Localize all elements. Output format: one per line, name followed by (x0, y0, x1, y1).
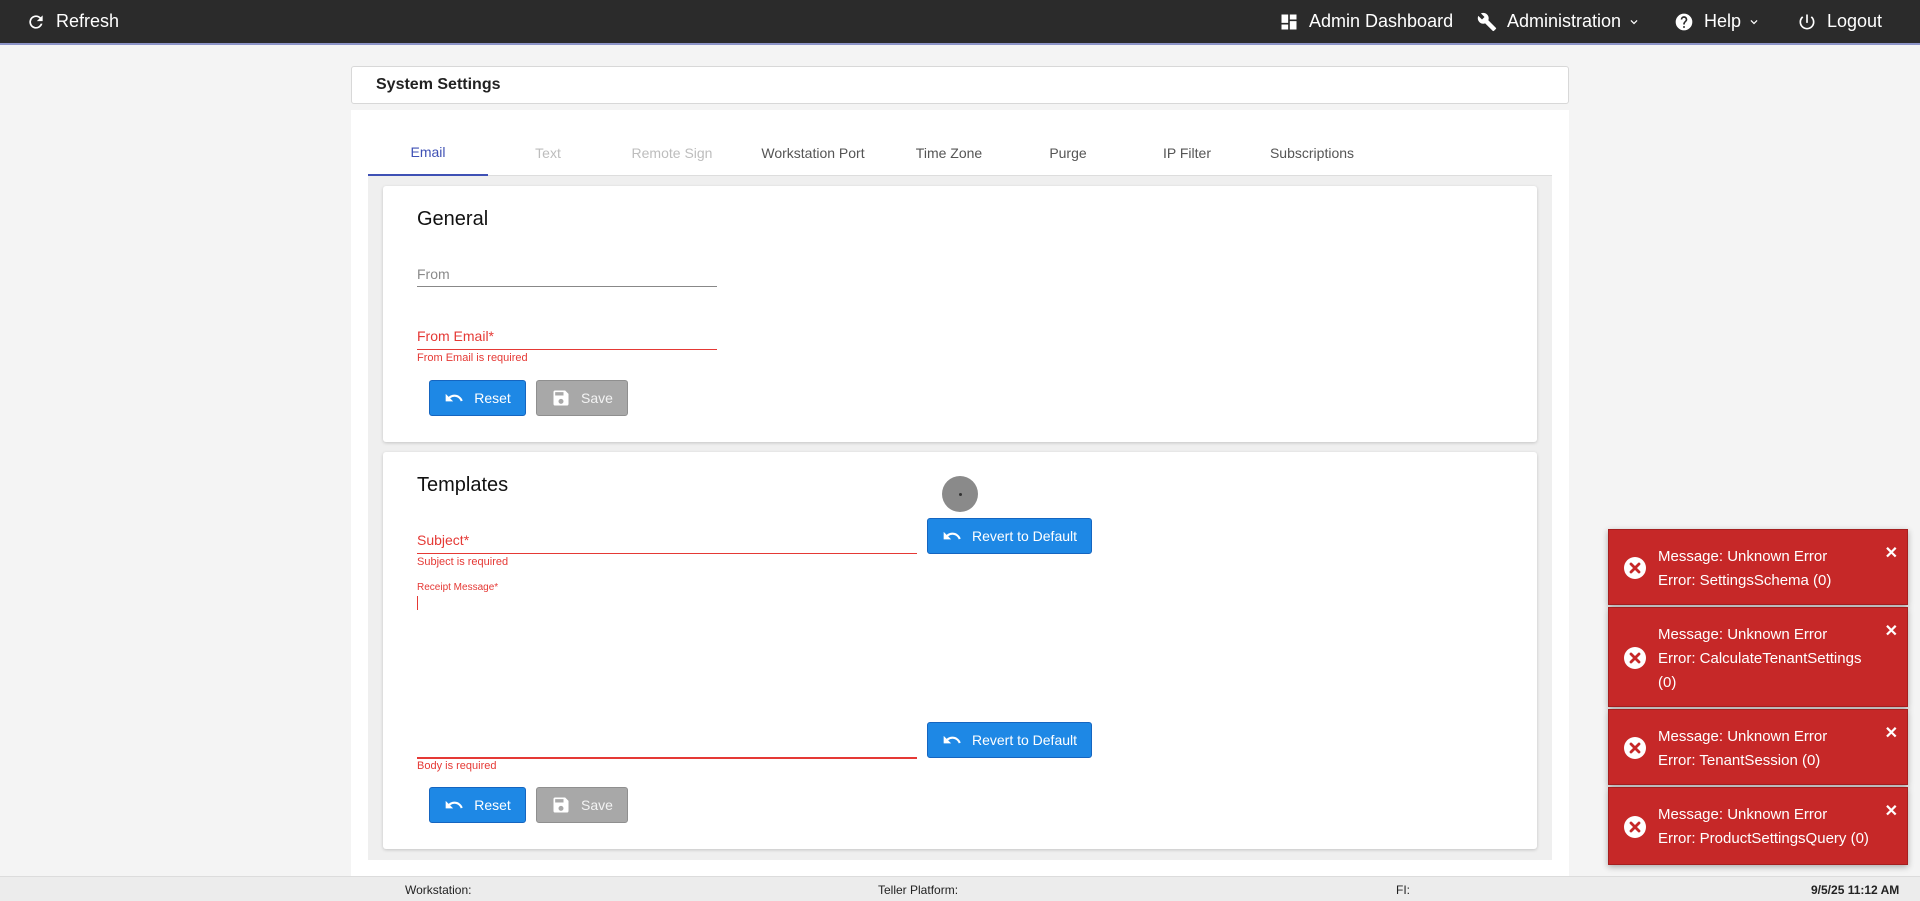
help-label: Help (1704, 11, 1742, 31)
subject-field-label: Subject* (417, 532, 470, 548)
logout-label: Logout (1827, 11, 1883, 31)
refresh-label: Refresh (56, 11, 120, 31)
error-circle-icon (1624, 647, 1646, 669)
error-circle-icon (1624, 737, 1646, 759)
tab-text[interactable]: Text (488, 130, 608, 176)
toast-error: Error: CalculateTenantSettings (0) (1658, 650, 1862, 691)
error-circle-icon (1624, 816, 1646, 838)
save-label: Save (581, 797, 613, 813)
tab-time-zone[interactable]: Time Zone (890, 130, 1008, 176)
from-email-field[interactable] (417, 349, 717, 350)
administration-label: Administration (1507, 11, 1622, 31)
tab-ip-filter[interactable]: IP Filter (1128, 130, 1246, 176)
power-icon (1799, 14, 1815, 29)
error-toast[interactable]: Message: Unknown Error Error: SettingsSc… (1608, 529, 1908, 605)
body-revert-button[interactable]: Revert to Default (927, 722, 1092, 758)
error-circle-icon (1624, 557, 1646, 579)
toast-text: Message: Unknown Error Error: TenantSess… (1658, 725, 1878, 773)
from-field[interactable] (417, 286, 717, 287)
receipt-message-textarea[interactable] (417, 596, 917, 758)
error-toast[interactable]: Message: Unknown Error Error: TenantSess… (1608, 709, 1908, 785)
tab-subscriptions[interactable]: Subscriptions (1246, 130, 1378, 176)
receipt-message-underline (417, 757, 917, 759)
chevron-down-icon (1750, 19, 1758, 24)
wrench-icon (1477, 12, 1497, 31)
error-toast[interactable]: Message: Unknown Error Error: CalculateT… (1608, 607, 1908, 707)
general-section-title: General (417, 208, 489, 230)
admin-dashboard-label: Admin Dashboard (1309, 11, 1454, 31)
dashboard-icon (1281, 14, 1297, 29)
save-icon (553, 797, 569, 813)
footer-teller-platform: Teller Platform: (878, 883, 959, 897)
footer-datetime: 9/5/25 11:12 AM (1811, 883, 1900, 897)
toast-message: Message: Unknown Error (1658, 728, 1828, 745)
subject-revert-button[interactable]: Revert to Default (927, 518, 1092, 554)
toast-error: Error: SettingsSchema (0) (1658, 572, 1832, 589)
refresh-icon (29, 14, 43, 29)
subject-error: Subject is required (417, 556, 509, 568)
close-icon[interactable]: ✕ (1885, 620, 1898, 644)
chevron-down-icon (1630, 19, 1638, 24)
from-email-error: From Email is required (417, 352, 528, 364)
toast-text: Message: Unknown Error Error: ProductSet… (1658, 803, 1878, 851)
from-email-field-label: From Email* (417, 328, 495, 344)
general-reset-button[interactable]: Reset (429, 380, 526, 416)
tab-remote-sign[interactable]: Remote Sign (608, 130, 736, 176)
templates-save-button[interactable]: Save (536, 787, 628, 823)
tab-email[interactable]: Email (368, 130, 488, 176)
toast-message: Message: Unknown Error (1658, 806, 1828, 823)
close-icon[interactable]: ✕ (1885, 722, 1898, 746)
toast-text: Message: Unknown Error Error: CalculateT… (1658, 623, 1878, 695)
mouse-cursor-indicator (942, 476, 978, 512)
subject-field[interactable] (417, 553, 917, 554)
footer-workstation: Workstation: (405, 883, 472, 897)
toast-error: Error: ProductSettingsQuery (0) (1658, 830, 1869, 847)
undo-icon (943, 735, 961, 744)
close-icon[interactable]: ✕ (1885, 542, 1898, 566)
page-title-card: System Settings (351, 66, 1569, 104)
text-caret (417, 596, 418, 610)
close-icon[interactable]: ✕ (1885, 800, 1898, 824)
revert-body-label: Revert to Default (971, 732, 1078, 748)
undo-icon (943, 531, 961, 540)
revert-label: Revert to Default (971, 528, 1078, 544)
general-save-button[interactable]: Save (536, 380, 628, 416)
templates-section-title: Templates (417, 474, 509, 496)
status-footer: Workstation: Teller Platform: FI: 9/5/25… (0, 876, 1920, 901)
toast-message: Message: Unknown Error (1658, 548, 1828, 565)
toast-text: Message: Unknown Error Error: SettingsSc… (1658, 545, 1878, 593)
undo-icon (445, 393, 463, 402)
tab-workstation-port[interactable]: Workstation Port (736, 130, 890, 176)
footer-fi: FI: (1396, 883, 1410, 897)
toast-message: Message: Unknown Error (1658, 626, 1828, 643)
admin-dashboard-link[interactable]: Admin Dashboard (1279, 0, 1453, 43)
receipt-message-label: Receipt Message* (417, 582, 499, 593)
tab-purge[interactable]: Purge (1008, 130, 1128, 176)
undo-icon (445, 800, 463, 809)
refresh-button[interactable]: Refresh (26, 0, 119, 43)
save-icon (553, 390, 569, 406)
help-icon (1675, 13, 1693, 30)
error-toast[interactable]: Message: Unknown Error Error: ProductSet… (1608, 787, 1908, 865)
templates-reset-button[interactable]: Reset (429, 787, 526, 823)
reset-label: Reset (474, 797, 511, 813)
body-error: Body is required (417, 760, 497, 772)
page-title: System Settings (376, 76, 501, 93)
reset-label: Reset (474, 390, 511, 406)
settings-tabs: Email Text Remote Sign Workstation Port … (368, 130, 1552, 176)
from-field-label: From (417, 266, 450, 282)
top-navigation-bar: Refresh Admin Dashboard Administration H… (0, 0, 1920, 45)
help-menu[interactable]: Help (1674, 0, 1761, 43)
administration-menu[interactable]: Administration (1477, 0, 1641, 43)
logout-button[interactable]: Logout (1797, 0, 1882, 43)
toast-error: Error: TenantSession (0) (1658, 752, 1821, 769)
save-label: Save (581, 390, 613, 406)
